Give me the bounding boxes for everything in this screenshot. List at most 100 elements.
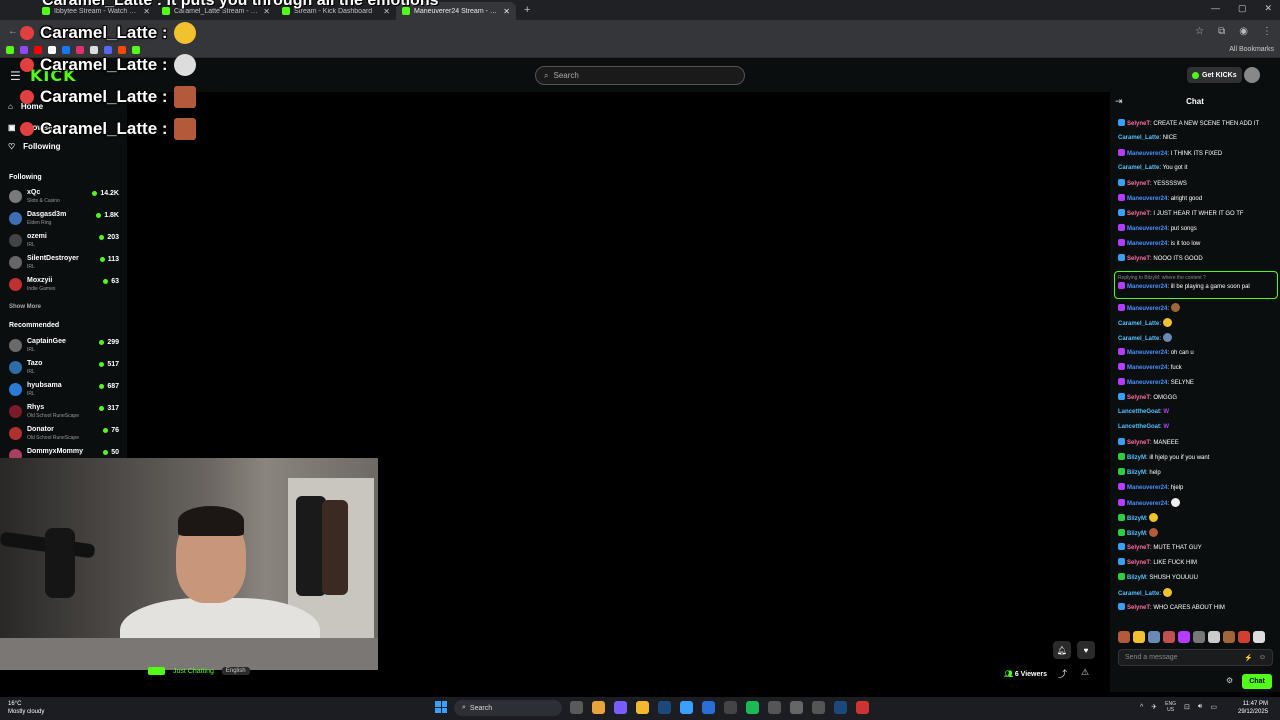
taskbar-search[interactable]: ⌕ Search xyxy=(454,700,562,716)
chat-username[interactable]: SelyneT xyxy=(1127,181,1150,187)
extension-icon[interactable]: ⧉ xyxy=(1218,26,1225,37)
avatar[interactable] xyxy=(1244,67,1260,83)
chat-message[interactable]: Maneuverer24: fuck xyxy=(1118,363,1274,378)
chat-message[interactable]: Maneuverer24: I THINK ITS FIXED xyxy=(1118,149,1274,164)
battery-icon[interactable]: ▭ xyxy=(1210,703,1217,711)
kicks-icon[interactable]: ⚡ xyxy=(1244,654,1253,662)
weather-widget[interactable]: 16°C Mostly cloudy xyxy=(8,700,44,716)
task-view-icon[interactable] xyxy=(570,701,583,714)
back-icon[interactable]: ← xyxy=(8,26,18,37)
notification-bell-button[interactable]: 🔔︎ xyxy=(1053,641,1071,659)
emote-icon[interactable] xyxy=(1238,631,1250,643)
volume-icon[interactable]: 🔊︎ xyxy=(1198,703,1202,711)
chat-message[interactable]: LancettheGoat: W xyxy=(1118,408,1274,423)
windows-start-icon[interactable] xyxy=(435,701,447,713)
chat-message[interactable]: SelyneT: I JUST HEAR IT WHER IT GO TF xyxy=(1118,209,1274,224)
emote-icon[interactable] xyxy=(1208,631,1220,643)
language-tag[interactable]: English xyxy=(221,667,250,675)
chat-username[interactable]: LancettheGoat xyxy=(1118,409,1160,415)
chat-username[interactable]: BilzyM xyxy=(1127,531,1146,537)
chat-username[interactable]: BilzyM xyxy=(1127,516,1146,522)
emote-icon[interactable] xyxy=(1178,631,1190,643)
get-kicks-button[interactable]: Get KICKs xyxy=(1187,67,1242,83)
language-indicator[interactable]: ENG US xyxy=(1165,701,1176,713)
clock[interactable]: 11:47 PM 29/12/2025 xyxy=(1238,700,1268,716)
chat-message[interactable]: Caramel_Latte: NICE xyxy=(1118,134,1274,149)
minimize-icon[interactable]: — xyxy=(1211,3,1220,14)
app-icon[interactable] xyxy=(680,701,693,714)
chat-username[interactable]: Caramel_Latte xyxy=(1118,135,1159,141)
chat-username[interactable]: BilzyM xyxy=(1127,470,1146,476)
emote-icon[interactable] xyxy=(1223,631,1235,643)
chat-message[interactable]: SelyneT: CREATE A NEW SCENE THEN ADD IT xyxy=(1118,119,1274,134)
chat-message[interactable]: SelyneT: MUTE THAT GUY xyxy=(1118,543,1274,558)
chat-message[interactable]: Caramel_Latte: xyxy=(1118,318,1274,333)
chat-username[interactable]: SelyneT xyxy=(1127,121,1150,127)
chat-message[interactable]: BilzyM: ill hjelp you if you want xyxy=(1118,453,1274,468)
chat-username[interactable]: Maneuverer24 xyxy=(1127,196,1167,202)
chat-username[interactable]: BilzyM xyxy=(1127,455,1146,461)
chat-username[interactable]: SelyneT xyxy=(1127,605,1150,611)
emote-icon[interactable] xyxy=(1133,631,1145,643)
maximize-icon[interactable]: ▢ xyxy=(1238,3,1247,14)
chat-message[interactable]: Caramel_Latte: You got it xyxy=(1118,164,1274,179)
chat-message[interactable]: SelyneT: LIKE FUCK HIM xyxy=(1118,558,1274,573)
bookmark-kick-icon[interactable] xyxy=(6,45,14,54)
emoji-icon[interactable]: ☺ xyxy=(1259,654,1266,662)
bookmark-kick2-icon[interactable] xyxy=(132,45,140,54)
sidebar-channel[interactable]: hyubsama IRL 687 xyxy=(9,381,121,401)
wifi-icon[interactable]: ✈ xyxy=(1151,703,1157,711)
sidebar-channel[interactable]: Moxzyii Indie Games 63 xyxy=(9,276,121,296)
chat-settings-gear-icon[interactable]: ⚙ xyxy=(1226,676,1233,685)
chat-message[interactable]: Maneuverer24: alright good xyxy=(1118,194,1274,209)
share-icon[interactable]: ⤴ xyxy=(1058,667,1067,680)
sidebar-channel[interactable]: SilentDestroyer IRL 113 xyxy=(9,254,121,274)
chat-message[interactable]: BilzyM: xyxy=(1118,513,1274,528)
chat-username[interactable]: Maneuverer24 xyxy=(1127,485,1167,491)
chat-message[interactable]: Maneuverer24: put songs xyxy=(1118,224,1274,239)
tray-chevron-icon[interactable]: ^ xyxy=(1140,704,1143,711)
reply-reference[interactable]: Replying to BilzyM: where the content ? xyxy=(1118,274,1274,282)
chat-message[interactable]: Caramel_Latte: xyxy=(1118,333,1274,348)
bookmark-twitch-icon[interactable] xyxy=(20,45,28,54)
chat-send-button[interactable]: Chat xyxy=(1242,674,1272,689)
chat-username[interactable]: SelyneT xyxy=(1127,211,1150,217)
chat-input[interactable]: Send a message ⚡ ☺ xyxy=(1118,649,1273,666)
chat-username[interactable]: Maneuverer24 xyxy=(1127,380,1167,386)
chat-username[interactable]: SelyneT xyxy=(1127,560,1150,566)
chat-message[interactable]: BilzyM: help xyxy=(1118,468,1274,483)
chat-username[interactable]: Maneuverer24 xyxy=(1127,284,1167,290)
follow-heart-button[interactable]: ♥ xyxy=(1077,641,1095,659)
chat-message[interactable]: SelyneT: MANEEE xyxy=(1118,438,1274,453)
bookmark-star-icon[interactable]: ☆ xyxy=(1195,26,1204,37)
emote-icon[interactable] xyxy=(1148,631,1160,643)
emote-icon[interactable] xyxy=(1253,631,1265,643)
chat-message[interactable]: SelyneT: WHO CARES ABOUT HIM xyxy=(1118,603,1274,618)
close-tab-icon[interactable]: ✕ xyxy=(503,7,510,16)
emote-icon[interactable] xyxy=(1118,631,1130,643)
search-input[interactable]: ⌕ Search xyxy=(535,66,745,85)
bookmark-youtube-icon[interactable] xyxy=(34,45,42,54)
chat-message[interactable]: SelyneT: YESSSSWS xyxy=(1118,179,1274,194)
app-icon[interactable] xyxy=(724,701,737,714)
chat-message[interactable]: Caramel_Latte: xyxy=(1118,588,1274,603)
chat-message[interactable]: Maneuverer24: oh can u xyxy=(1118,348,1274,363)
chat-username[interactable]: Caramel_Latte xyxy=(1118,591,1159,597)
chat-username[interactable]: LancettheGoat xyxy=(1118,424,1160,430)
sidebar-channel[interactable]: xQc Slots & Casino 14.2K xyxy=(9,188,121,208)
chat-message[interactable]: SelyneT: OMGGG xyxy=(1118,393,1274,408)
chat-username[interactable]: Maneuverer24 xyxy=(1127,306,1167,312)
chat-message[interactable]: Replying to BilzyM: where the content ? M… xyxy=(1114,271,1278,299)
chat-username[interactable]: Caramel_Latte xyxy=(1118,165,1159,171)
chat-message[interactable]: BilzyM: SHUSH YOUUUU xyxy=(1118,573,1274,588)
sidebar-channel[interactable]: Tazo IRL 517 xyxy=(9,359,121,379)
chrome-icon[interactable] xyxy=(592,701,605,714)
bookmark-reddit-icon[interactable] xyxy=(118,45,126,54)
chat-username[interactable]: Maneuverer24 xyxy=(1127,226,1167,232)
chat-message[interactable]: Maneuverer24: xyxy=(1118,498,1274,513)
bookmark-discord-icon[interactable] xyxy=(104,45,112,54)
app-icon[interactable] xyxy=(790,701,803,714)
app-icon[interactable] xyxy=(856,701,869,714)
profile-icon[interactable]: ◉ xyxy=(1239,26,1248,37)
sidebar-channel[interactable]: Rhys Old School RuneScape 317 xyxy=(9,403,121,423)
